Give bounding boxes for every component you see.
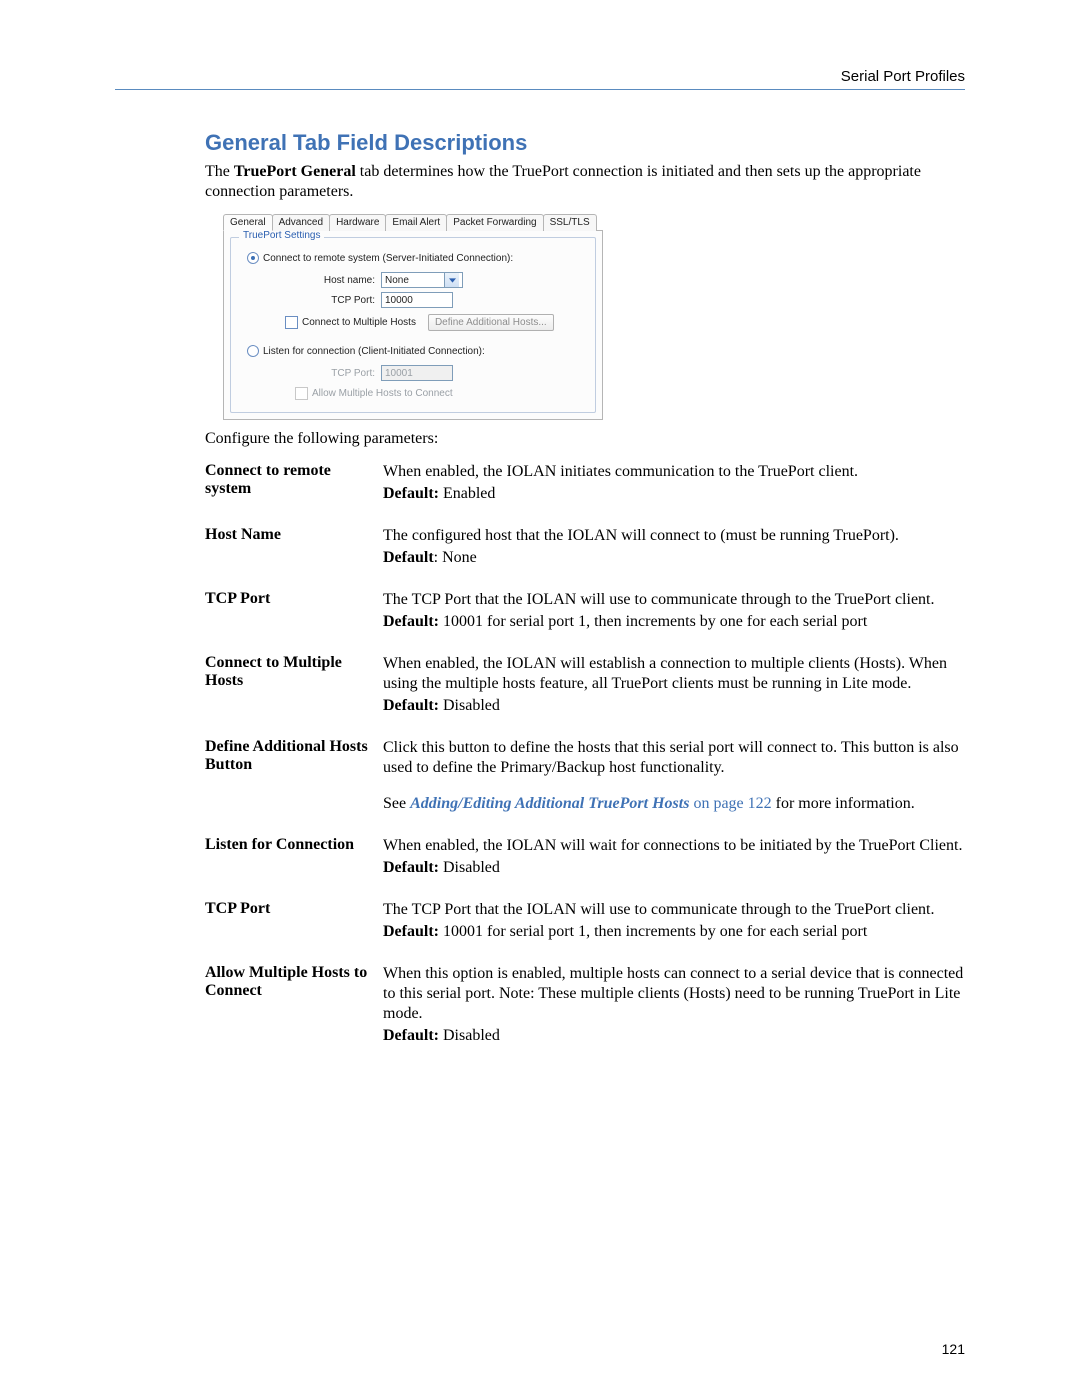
param-name: Host Name: [205, 526, 375, 568]
param-desc: When enabled, the IOLAN initiates commun…: [383, 462, 965, 504]
param-desc: The TCP Port that the IOLAN will use to …: [383, 900, 965, 942]
define-additional-hosts-button[interactable]: Define Additional Hosts...: [428, 314, 554, 331]
param-name: Connect to Multiple Hosts: [205, 654, 375, 716]
tab-packet-forwarding[interactable]: Packet Forwarding: [446, 214, 543, 231]
radio-server-initiated-label: Connect to remote system (Server-Initiat…: [263, 253, 513, 264]
param-desc: The configured host that the IOLAN will …: [383, 526, 965, 568]
tab-general[interactable]: General: [223, 214, 273, 231]
hostname-combo[interactable]: None: [381, 272, 463, 288]
checkbox-multiple-hosts-label: Connect to Multiple Hosts: [302, 317, 416, 328]
param-desc: The TCP Port that the IOLAN will use to …: [383, 590, 965, 632]
param-name: Allow Multiple Hosts to Connect: [205, 964, 375, 1046]
cross-ref-link[interactable]: Adding/Editing Additional TruePort Hosts: [410, 795, 689, 812]
radio-client-initiated[interactable]: [247, 345, 259, 357]
param-name: Listen for Connection: [205, 836, 375, 878]
param-name: TCP Port: [205, 590, 375, 632]
tab-hardware[interactable]: Hardware: [329, 214, 386, 231]
radio-client-initiated-label: Listen for connection (Client-Initiated …: [263, 346, 485, 357]
tab-email-alert[interactable]: Email Alert: [385, 214, 447, 231]
tcpport-input[interactable]: 10000: [381, 292, 453, 308]
param-desc: Click this button to define the hosts th…: [383, 738, 965, 814]
param-name: Define Additional Hosts Button: [205, 738, 375, 814]
intro-text: The TruePort General tab determines how …: [205, 162, 965, 202]
breadcrumb: Serial Port Profiles: [115, 68, 965, 90]
checkbox-multiple-hosts[interactable]: [285, 316, 298, 329]
checkbox-allow-multiple-label: Allow Multiple Hosts to Connect: [312, 388, 453, 399]
parameter-table: Connect to remote systemWhen enabled, th…: [205, 462, 965, 1046]
param-name: Connect to remote system: [205, 462, 375, 504]
chevron-down-icon: [444, 273, 459, 287]
tab-advanced[interactable]: Advanced: [272, 214, 330, 231]
param-desc: When enabled, the IOLAN will establish a…: [383, 654, 965, 716]
hostname-label: Host name:: [285, 275, 381, 286]
tcpport2-input: 10001: [381, 365, 453, 381]
param-desc: When enabled, the IOLAN will wait for co…: [383, 836, 965, 878]
checkbox-allow-multiple: [295, 387, 308, 400]
param-name: TCP Port: [205, 900, 375, 942]
settings-panel-screenshot: General Advanced Hardware Email Alert Pa…: [223, 214, 603, 420]
configure-line: Configure the following parameters:: [205, 430, 965, 448]
page-number: 121: [942, 1341, 965, 1357]
page-title: General Tab Field Descriptions: [205, 130, 965, 156]
param-desc: When this option is enabled, multiple ho…: [383, 964, 965, 1046]
radio-server-initiated[interactable]: [247, 252, 259, 264]
tcpport-label: TCP Port:: [285, 295, 381, 306]
tab-ssl-tls[interactable]: SSL/TLS: [543, 214, 597, 231]
fieldset-legend: TruePort Settings: [239, 230, 324, 241]
tcpport2-label: TCP Port:: [285, 368, 381, 379]
